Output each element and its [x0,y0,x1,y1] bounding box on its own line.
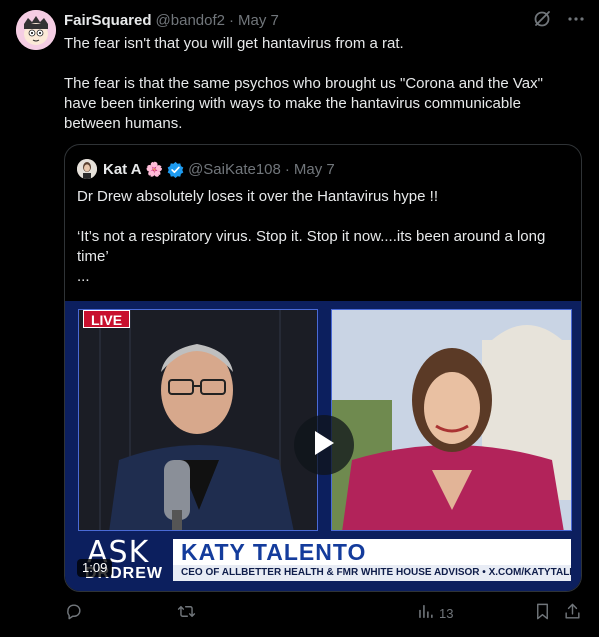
tweet-header: FairSquared @bandof2 · May 7 [64,10,279,30]
tweet-text: The fear isn't that you will get hantavi… [64,34,564,134]
author-handle[interactable]: @bandof2 [156,12,225,29]
tweet-timestamp[interactable]: May 7 [238,12,279,29]
separator-dot: · [228,11,234,29]
video-left-panel [78,309,318,531]
tweet-card[interactable]: FairSquared @bandof2 · May 7 The fear is… [0,0,599,637]
views-chart-icon [416,602,435,624]
share-button[interactable] [563,602,582,624]
views-count: 13 [439,605,454,621]
guest-name: KATY TALENTO [173,539,571,565]
author-avatar[interactable] [16,10,56,50]
play-button[interactable] [294,415,354,475]
views-button[interactable]: 13 [416,602,453,624]
quoted-text-line-2: ‘It’s not a respiratory virus. Stop it. … [77,228,546,265]
quoted-author-name: Kat A [103,160,142,178]
quoted-tweet[interactable]: Kat A 🌸 @SaiKate108 · May 7 Dr Drew abso… [64,144,582,592]
like-button[interactable] [297,602,316,624]
bookmark-icon [533,602,552,624]
heart-icon [297,602,316,624]
reply-button[interactable] [64,602,83,624]
separator-dot: · [284,160,290,178]
more-icon[interactable] [565,8,587,30]
lower-third: ASK DRDREW KATY TALENTO CEO OF ALLBETTER… [77,535,571,583]
quoted-tweet-timestamp: May 7 [293,160,335,178]
author-name[interactable]: FairSquared [64,12,152,29]
repost-icon [177,602,196,624]
tweet-text-line-2: The fear is that the same psychos who br… [64,75,543,132]
share-icon [563,602,582,624]
tweet-top-actions [531,8,587,30]
video-player[interactable]: LIVE ASK DRDREW KATY TALENTO CEO OF ALLB… [65,301,581,591]
quoted-author-avatar [77,159,97,179]
grok-icon[interactable] [531,8,553,30]
quoted-tweet-text: Dr Drew absolutely loses it over the Han… [77,187,571,287]
quoted-text-line-1: Dr Drew absolutely loses it over the Han… [77,188,438,205]
repost-button[interactable] [177,602,196,624]
tweet-actions: 13 [64,602,582,624]
quoted-author-handle: @SaiKate108 [188,160,281,178]
flower-emoji: 🌸 [145,161,164,177]
video-duration: 1:09 [77,559,113,577]
quoted-tweet-header: Kat A 🌸 @SaiKate108 · May 7 [77,159,335,179]
reply-icon [64,602,83,624]
video-right-panel [331,309,572,531]
guest-title: CEO OF ALLBETTER HEALTH & FMR WHITE HOUS… [173,565,571,581]
live-badge: LIVE [83,310,130,328]
verified-badge-icon [167,161,184,178]
play-icon [313,430,335,461]
quoted-text-ellipsis: ... [77,268,90,285]
tweet-text-line-1: The fear isn't that you will get hantavi… [64,35,404,52]
bookmark-button[interactable] [533,602,552,624]
